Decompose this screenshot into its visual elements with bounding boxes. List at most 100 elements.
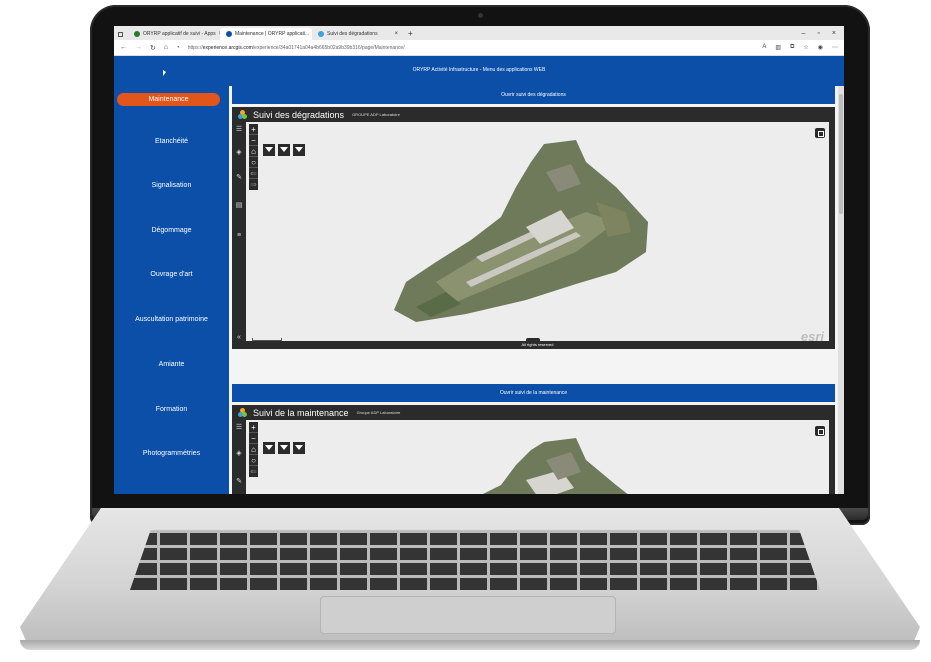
zoom-controls: + − ⌂ ○ ⇐ ⇒ xyxy=(249,124,258,190)
address-bar: ← → ↻ ⌂ ◔ https://experience.arcgis.com/… xyxy=(114,40,844,56)
browser-tab[interactable]: Suivi des dégradations × xyxy=(312,28,404,40)
collections-icon[interactable]: ⧉ xyxy=(790,44,794,51)
filter-icon[interactable] xyxy=(263,442,275,454)
map-view[interactable]: + − ⌂ ○ ⇐ xyxy=(246,420,829,494)
browser-tab[interactable]: ORYRP applicatif de suivi - Apps × xyxy=(128,28,220,40)
sidebar: Maintenance Etanchéité Signalisation Dég… xyxy=(114,86,229,494)
fullscreen-icon[interactable] xyxy=(815,426,825,436)
browser-tab[interactable] xyxy=(114,28,128,40)
zoom-in-button[interactable]: + xyxy=(249,422,258,433)
next-extent-icon[interactable]: ⇒ xyxy=(249,179,258,190)
tab-title: Maintenance | ORYRP applicati... xyxy=(235,31,310,37)
filter-icon[interactable] xyxy=(263,144,275,156)
main-content: Ouvrir suivi des dégradations Suivi des … xyxy=(229,86,844,494)
sidebar-item-auscultation-patrimoine[interactable]: Auscultation patrimoine xyxy=(114,316,229,323)
url-field[interactable]: https://experience.arcgis.com/experience… xyxy=(188,45,568,51)
read-aloud-icon[interactable]: A xyxy=(762,44,766,51)
attribution-bar: All rights reserved xyxy=(246,338,829,349)
immersive-reader-icon[interactable]: ▥ xyxy=(775,44,781,51)
screen: ORYRP applicatif de suivi - Apps × Maint… xyxy=(114,26,844,494)
sidebar-item-amiante[interactable]: Amiante xyxy=(114,361,229,368)
tab-title: ORYRP applicatif de suivi - Apps xyxy=(143,31,216,37)
new-tab-button[interactable]: + xyxy=(408,29,413,38)
zoom-out-button[interactable]: − xyxy=(249,135,258,146)
filter-group xyxy=(263,144,305,156)
minimize-icon[interactable]: – xyxy=(802,30,806,37)
edit-icon[interactable]: ✎ xyxy=(235,478,243,486)
sidebar-item-signalisation[interactable]: Signalisation xyxy=(114,182,229,189)
sidebar-item-degommage[interactable]: Dégommage xyxy=(114,227,229,234)
aerial-imagery-map xyxy=(483,438,628,494)
webcam xyxy=(478,13,483,18)
zoom-controls: + − ⌂ ○ ⇐ xyxy=(249,422,258,477)
favicon-icon xyxy=(318,31,324,37)
home-view-button[interactable]: ⌂ xyxy=(249,146,258,157)
sidebar-item-formation[interactable]: Formation xyxy=(114,406,229,413)
filter-icon[interactable] xyxy=(278,144,290,156)
page-title: ORYRP Activité Infrastructure - Menu des… xyxy=(412,67,546,73)
close-window-icon[interactable]: × xyxy=(832,30,836,37)
locate-button[interactable]: ○ xyxy=(249,455,258,466)
panel-title: Suivi de la maintenance xyxy=(253,407,349,418)
map-panel-degradations: Suivi des dégradations GROUPE ADP Labora… xyxy=(232,107,835,349)
map-tool-rail: ☰ ◈ ✎ xyxy=(232,420,246,494)
scrollbar-thumb[interactable] xyxy=(839,94,843,214)
open-degradations-button[interactable]: Ouvrir suivi des dégradations xyxy=(232,86,835,104)
panel-header: Suivi des dégradations GROUPE ADP Labora… xyxy=(232,107,835,122)
maximize-icon[interactable]: ▫ xyxy=(817,30,819,37)
tab-title: Suivi des dégradations xyxy=(327,31,378,37)
sidebar-item-photogrammetries[interactable]: Photogrammétries xyxy=(114,450,229,457)
favorites-icon[interactable]: ☆ xyxy=(803,44,808,51)
sidebar-item-etancheite[interactable]: Etanchéité xyxy=(114,138,229,145)
previous-extent-icon[interactable]: ⇐ xyxy=(249,168,258,179)
map-tool-rail: ☰ ◈ ✎ ▤ ≡ « xyxy=(232,122,246,349)
layers-icon[interactable]: ◈ xyxy=(235,450,243,458)
forward-icon[interactable]: → xyxy=(135,44,142,51)
zoom-in-button[interactable]: + xyxy=(249,124,258,135)
lock-icon: ◔ xyxy=(176,44,180,51)
legend-icon[interactable]: ☰ xyxy=(235,126,243,134)
edit-icon[interactable]: ✎ xyxy=(235,174,243,182)
layers-icon[interactable]: ◈ xyxy=(235,149,243,157)
close-tab-icon[interactable]: × xyxy=(394,31,398,37)
tab-actions-icon[interactable] xyxy=(118,31,123,37)
back-icon[interactable]: ← xyxy=(120,44,127,51)
previous-extent-icon[interactable]: ⇐ xyxy=(249,466,258,477)
attribution-text: All rights reserved xyxy=(521,342,554,347)
table-icon[interactable]: ▤ xyxy=(235,202,243,210)
window-controls: – ▫ × xyxy=(802,30,844,37)
map-panel-maintenance: Suivi de la maintenance Groupe ADP Labor… xyxy=(232,405,835,494)
scrollbar[interactable] xyxy=(838,86,844,494)
browser-tab-active[interactable]: Maintenance | ORYRP applicati... × xyxy=(220,28,312,40)
profile-icon[interactable]: ◉ xyxy=(818,44,823,51)
favicon-icon xyxy=(226,31,232,37)
home-icon[interactable]: ⌂ xyxy=(164,44,168,51)
refresh-icon[interactable]: ↻ xyxy=(150,44,156,52)
panel-org: Groupe ADP Laboratoire xyxy=(356,410,401,415)
filter-icon[interactable] xyxy=(293,442,305,454)
legend-icon[interactable]: ☰ xyxy=(235,424,243,432)
sidebar-item-maintenance[interactable]: Maintenance xyxy=(117,93,220,106)
more-icon[interactable]: ⋯ xyxy=(832,44,838,51)
collapse-icon[interactable]: « xyxy=(235,334,243,342)
map-view[interactable]: + − ⌂ ○ ⇐ ⇒ esri xyxy=(246,122,829,349)
laptop-base-edge xyxy=(20,640,920,650)
filter-icon[interactable] xyxy=(293,144,305,156)
locate-button[interactable]: ○ xyxy=(249,157,258,168)
aerial-imagery-map xyxy=(394,140,648,322)
panel-org: GROUPE ADP Laboratoire xyxy=(352,112,400,117)
open-maintenance-button[interactable]: Ouvrir suivi de la maintenance xyxy=(232,384,835,402)
keyboard xyxy=(130,530,820,590)
favicon-icon xyxy=(134,31,140,37)
trackpad xyxy=(320,596,616,634)
list-icon[interactable]: ≡ xyxy=(235,232,243,240)
attribution-toggle[interactable] xyxy=(526,338,540,342)
app-logo-icon xyxy=(238,110,247,119)
zoom-out-button[interactable]: − xyxy=(249,433,258,444)
fullscreen-icon[interactable] xyxy=(815,128,825,138)
filter-icon[interactable] xyxy=(278,442,290,454)
app-logo-icon xyxy=(238,408,247,417)
home-view-button[interactable]: ⌂ xyxy=(249,444,258,455)
app-header: ORYRP Activité Infrastructure - Menu des… xyxy=(114,56,844,86)
sidebar-item-ouvrage-d-art[interactable]: Ouvrage d'art xyxy=(114,271,229,278)
